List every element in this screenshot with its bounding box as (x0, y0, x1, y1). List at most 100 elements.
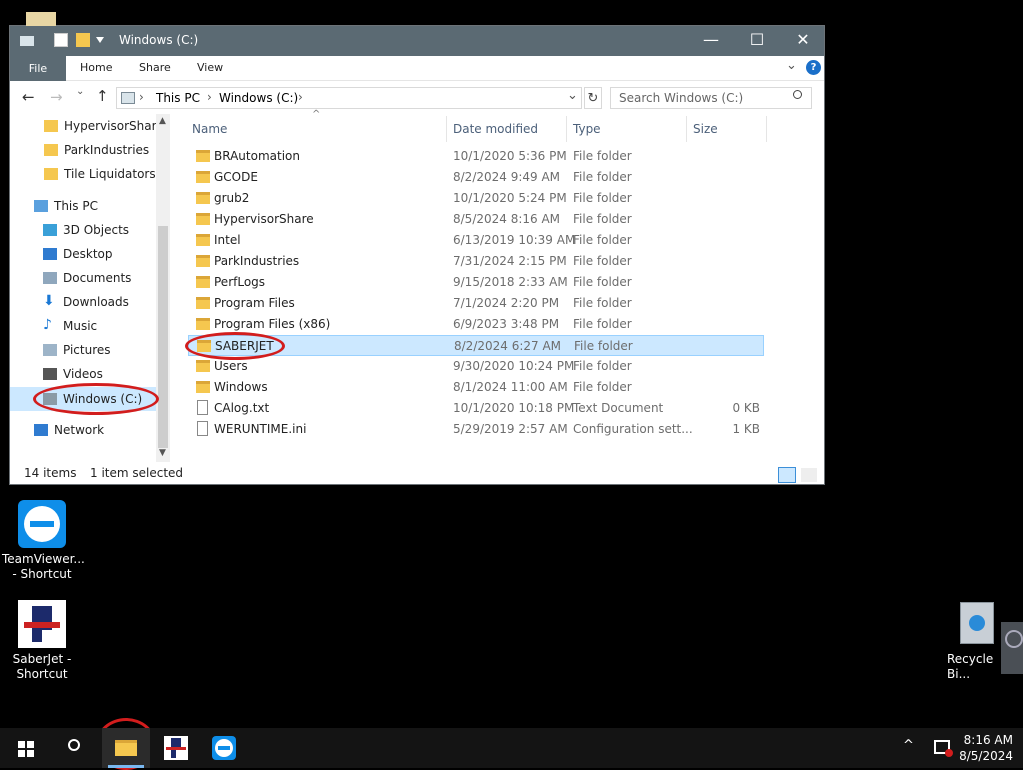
teamviewer-side-panel[interactable] (1001, 622, 1023, 674)
file-row[interactable]: Program Files 7/1/2024 2:20 PM File folder (188, 293, 764, 314)
music-icon: ♪ (43, 317, 52, 333)
teamviewer-icon (212, 736, 236, 760)
file-date-modified: 7/1/2024 2:20 PM (453, 296, 560, 310)
folder-icon (196, 150, 210, 162)
config-file-icon (197, 421, 208, 436)
column-header-name[interactable]: Name (192, 122, 227, 136)
file-row[interactable]: BRAutomation 10/1/2020 5:36 PM File folder (188, 146, 764, 167)
column-divider[interactable] (766, 116, 767, 142)
column-header-type[interactable]: Type (573, 122, 601, 136)
file-row[interactable]: Users 9/30/2020 10:24 PM File folder (188, 356, 764, 377)
desktop-icon-teamviewer[interactable]: TeamViewer... - Shortcut (2, 500, 85, 582)
tab-file[interactable]: File (10, 56, 66, 81)
file-date-modified: 8/2/2024 6:27 AM (454, 339, 562, 353)
taskbar-file-explorer[interactable] (102, 728, 150, 768)
breadcrumb-windows-c[interactable]: Windows (C:) (219, 91, 298, 105)
navigation-scrollbar[interactable]: ▲ ▼ (156, 114, 170, 462)
scrollbar-thumb[interactable] (158, 226, 168, 448)
file-row[interactable]: GCODE 8/2/2024 9:49 AM File folder (188, 167, 764, 188)
file-row[interactable]: HypervisorShare 8/5/2024 8:16 AM File fold… (188, 209, 764, 230)
file-row[interactable]: PerfLogs 9/15/2018 2:33 AM File folder (188, 272, 764, 293)
notification-status-icon[interactable] (934, 740, 953, 757)
column-header-date-modified[interactable]: Date modified (453, 122, 538, 136)
saberjet-icon (18, 600, 66, 648)
file-row[interactable]: CAlog.txt 10/1/2020 10:18 PM Text Document… (188, 398, 764, 419)
file-date-modified: 6/13/2019 10:39 AM (453, 233, 576, 247)
desktop-icon-saberjet[interactable]: SaberJet - Shortcut (2, 600, 82, 682)
search-button[interactable] (52, 728, 100, 768)
start-button[interactable] (4, 728, 52, 768)
file-type: File folder (573, 191, 632, 205)
file-row[interactable]: ParkIndustries 7/31/2024 2:15 PM File fold… (188, 251, 764, 272)
column-divider[interactable] (686, 116, 687, 142)
desktop-icon-label: SaberJet - Shortcut (12, 652, 72, 681)
search-input[interactable]: Search Windows (C:) (610, 87, 812, 109)
file-type: Text Document (573, 401, 664, 415)
folder-icon (196, 192, 210, 204)
file-name: Program Files (214, 296, 295, 310)
quick-access-dropdown-icon[interactable] (96, 37, 104, 43)
folder-icon (44, 144, 58, 156)
folder-icon (44, 168, 58, 180)
folder-icon (196, 318, 210, 330)
properties-icon[interactable] (54, 33, 68, 47)
file-row[interactable]: Windows 8/1/2024 11:00 AM File folder (188, 377, 764, 398)
help-icon[interactable]: ? (806, 60, 821, 75)
breadcrumb-this-pc[interactable]: This PC (156, 91, 200, 105)
refresh-icon[interactable]: ↻ (584, 87, 602, 109)
address-dropdown-icon[interactable]: ⌄ (567, 88, 578, 103)
show-hidden-icons-chevron-icon[interactable]: ^ (903, 738, 914, 753)
column-header-size[interactable]: Size (693, 122, 718, 136)
scroll-up-arrow-icon[interactable]: ▲ (159, 116, 166, 126)
tab-view[interactable]: View (197, 61, 223, 74)
documents-icon (43, 272, 57, 284)
annotation-circle-windows-c (33, 383, 159, 415)
file-date-modified: 10/1/2020 5:24 PM (453, 191, 567, 205)
file-date-modified: 8/1/2024 11:00 AM (453, 380, 568, 394)
tab-home[interactable]: Home (80, 61, 112, 74)
breadcrumb-separator-icon[interactable]: › (298, 90, 303, 104)
expand-ribbon-chevron-icon[interactable]: ⌄ (786, 58, 797, 73)
file-type: File folder (574, 339, 633, 353)
file-type: File folder (573, 170, 632, 184)
file-row[interactable]: Program Files (x86) 6/9/2023 3:48 PM File … (188, 314, 764, 335)
back-button[interactable]: ← (22, 88, 35, 106)
folder-icon (196, 234, 210, 246)
up-button[interactable]: ↑ (96, 87, 109, 105)
column-divider[interactable] (566, 116, 567, 142)
file-row[interactable]: Intel 6/13/2019 10:39 AM File folder (188, 230, 764, 251)
taskbar-saberjet[interactable] (152, 728, 200, 768)
title-bar[interactable]: Windows (C:) — ☐ ✕ (10, 26, 824, 56)
folder-icon (196, 381, 210, 393)
large-icons-view-button[interactable] (800, 467, 818, 483)
close-button[interactable]: ✕ (780, 26, 826, 56)
file-name: Program Files (x86) (214, 317, 331, 331)
new-folder-icon[interactable] (76, 33, 90, 47)
file-row[interactable]: grub2 10/1/2020 5:24 PM File folder (188, 188, 764, 209)
status-bar: 14 items 1 item selected (10, 462, 824, 484)
desktop-partial-icon[interactable] (26, 12, 56, 26)
forward-button[interactable]: → (50, 88, 63, 106)
address-bar[interactable]: › This PC › Windows (C:) › ⌄ (116, 87, 582, 109)
file-name: Intel (214, 233, 241, 247)
minimize-button[interactable]: — (688, 26, 734, 56)
column-divider[interactable] (446, 116, 447, 142)
maximize-button[interactable]: ☐ (734, 26, 780, 56)
details-view-button[interactable] (778, 467, 796, 483)
tab-share[interactable]: Share (139, 61, 171, 74)
breadcrumb-separator-icon[interactable]: › (139, 90, 144, 104)
file-row[interactable]: WERUNTIME.ini 5/29/2019 2:57 AM Configurat… (188, 419, 764, 440)
teamviewer-side-icon (1005, 630, 1023, 648)
folder-icon (196, 255, 210, 267)
taskbar-teamviewer[interactable] (200, 728, 248, 768)
recent-locations-chevron-icon[interactable]: ⌄ (76, 86, 84, 97)
file-type: File folder (573, 359, 632, 373)
system-clock[interactable]: 8:16 AM 8/5/2024 (959, 732, 1013, 764)
file-date-modified: 7/31/2024 2:15 PM (453, 254, 567, 268)
breadcrumb-separator-icon[interactable]: › (207, 90, 212, 104)
file-explorer-window: Windows (C:) — ☐ ✕ File Home Share View … (9, 25, 825, 485)
file-name: ParkIndustries (214, 254, 300, 268)
file-name: Windows (214, 380, 268, 394)
clock-time: 8:16 AM (963, 733, 1013, 747)
scroll-down-arrow-icon[interactable]: ▼ (159, 448, 166, 458)
